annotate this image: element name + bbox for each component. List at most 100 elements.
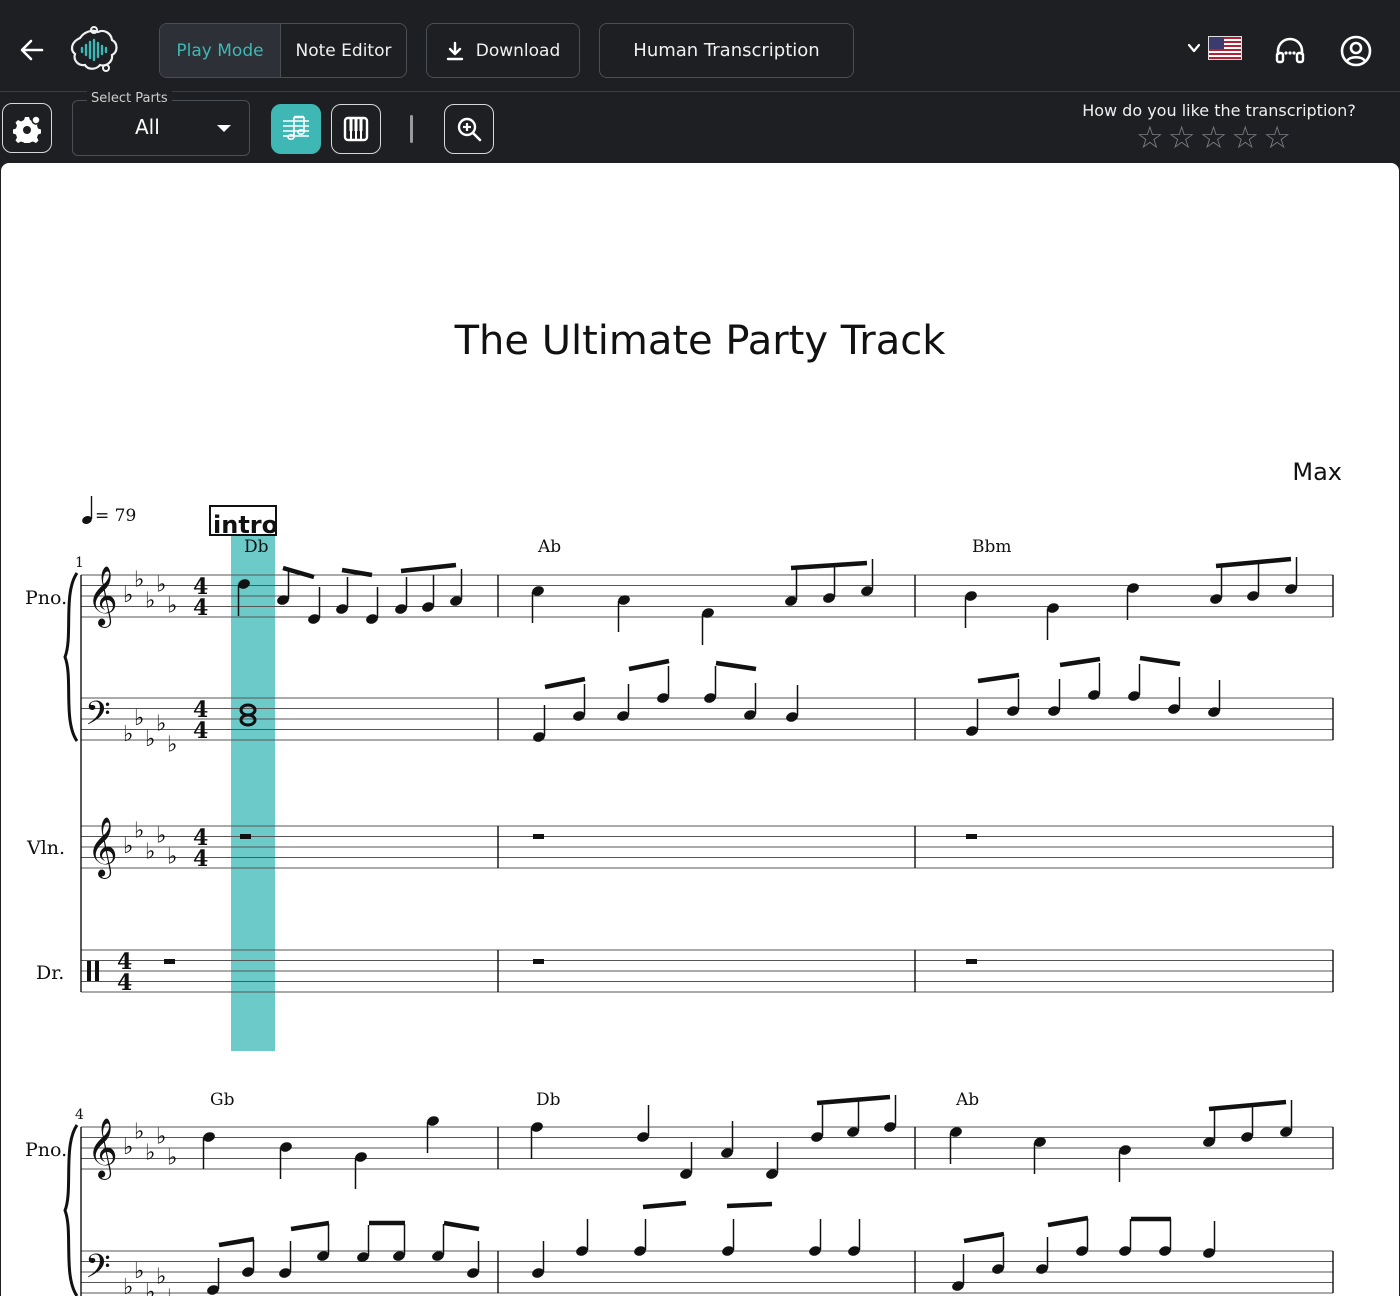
note-beam <box>715 660 757 672</box>
flat-accidental: ♭ <box>167 1285 177 1296</box>
flat-accidental: ♭ <box>123 1135 133 1160</box>
human-transcription-button[interactable]: Human Transcription <box>599 23 854 78</box>
rest <box>533 959 544 964</box>
note-beam <box>628 658 670 672</box>
flat-accidental: ♭ <box>167 594 177 619</box>
note-beam <box>218 1236 255 1248</box>
score-notation[interactable]: = 79 intro 1 4 Db Ab Bbm Gb Db Ab Pno. V… <box>1 163 1399 1296</box>
star-icon-3[interactable]: ☆ <box>1200 123 1228 154</box>
part-label-piano: Pno. <box>25 587 67 609</box>
flat-accidental: ♭ <box>134 567 144 592</box>
play-mode-button[interactable]: Play Mode <box>160 24 281 77</box>
select-parts-value: All <box>135 115 160 139</box>
rating-question: How do you like the transcription? <box>1082 101 1356 120</box>
notes <box>164 556 1298 1295</box>
note-beam <box>790 560 868 571</box>
flat-accidental: ♭ <box>145 1140 155 1165</box>
star-icon-4[interactable]: ☆ <box>1231 123 1259 154</box>
settings-gear-icon[interactable] <box>2 103 52 153</box>
note-beam <box>1047 1215 1089 1228</box>
zoom-in-icon[interactable] <box>444 104 494 154</box>
download-label: Download <box>475 40 561 61</box>
chord-symbol: Db <box>536 1090 561 1110</box>
bass-clef: 𝄢 <box>85 695 111 741</box>
back-arrow-icon[interactable] <box>14 32 50 68</box>
part-label-violin: Vln. <box>26 837 65 859</box>
note-beam <box>400 562 457 574</box>
note-beam <box>1208 1099 1287 1112</box>
part-label-piano: Pno. <box>25 1139 67 1161</box>
flat-accidental: ♭ <box>167 845 177 870</box>
flat-accidental: ♭ <box>145 839 155 864</box>
chord-symbol: Bbm <box>972 537 1012 557</box>
note-beam <box>1139 655 1181 667</box>
note-beam <box>963 1231 1005 1244</box>
chord-symbol: Ab <box>955 1090 979 1110</box>
score-toolbar: Select Parts All How do you like the tra… <box>0 91 1400 163</box>
us-flag-icon <box>1208 36 1242 60</box>
select-parts-label: Select Parts <box>87 91 172 106</box>
chord-symbol: Gb <box>210 1090 235 1110</box>
flat-accidental: ♭ <box>145 727 155 752</box>
flat-accidental: ♭ <box>134 706 144 731</box>
treble-clef: 𝄞 <box>87 566 118 628</box>
note-editor-button[interactable]: Note Editor <box>281 24 406 77</box>
treble-clef: 𝄞 <box>87 817 118 879</box>
treble-clef: 𝄞 <box>87 1118 118 1180</box>
score-sheet[interactable]: The Ultimate Party Track Max = 79 intro … <box>1 163 1399 1296</box>
flat-accidental: ♭ <box>123 1275 133 1296</box>
tempo-text: = 79 <box>95 506 136 526</box>
note-beam <box>443 1220 480 1232</box>
star-icon-5[interactable]: ☆ <box>1263 123 1291 154</box>
chord-symbol: Ab <box>537 537 561 557</box>
percussion-clef <box>87 961 91 981</box>
select-parts-dropdown[interactable]: Select Parts All <box>72 91 250 156</box>
flat-accidental: ♭ <box>134 1119 144 1144</box>
note-beam <box>290 1220 330 1232</box>
account-icon[interactable] <box>1338 33 1374 69</box>
app-logo-icon[interactable] <box>66 22 122 78</box>
note-beam <box>816 1094 891 1106</box>
chord-symbol: Db <box>244 537 269 557</box>
flat-accidental: ♭ <box>156 824 166 849</box>
note-beam <box>282 565 315 580</box>
flat-accidental: ♭ <box>134 818 144 843</box>
rest <box>533 834 544 839</box>
note-beam <box>1059 656 1101 668</box>
piano-roll-icon[interactable] <box>331 104 381 154</box>
tempo-marking: = 79 <box>82 496 136 526</box>
star-icon-1[interactable]: ☆ <box>1136 123 1164 154</box>
note-beam <box>544 676 586 690</box>
rehearsal-mark: intro <box>213 511 278 539</box>
note-beam <box>977 672 1020 684</box>
note-beam <box>341 567 373 578</box>
playhead-highlight <box>231 535 275 1051</box>
note-beam <box>726 1201 773 1209</box>
percussion-clef <box>95 961 99 981</box>
language-selector[interactable] <box>1186 36 1242 60</box>
headset-support-icon[interactable] <box>1272 33 1308 69</box>
flat-accidental: ♭ <box>167 1146 177 1171</box>
rest <box>164 959 175 964</box>
time-signature: 4 <box>117 970 132 996</box>
note-beam <box>642 1200 687 1210</box>
flat-accidental: ♭ <box>167 732 177 757</box>
flat-accidental: ♭ <box>156 711 166 736</box>
time-signature: 4 <box>193 595 208 621</box>
caret-down-icon <box>217 125 231 132</box>
note-beam <box>1215 556 1292 569</box>
rest <box>966 834 977 839</box>
flat-accidental: ♭ <box>123 834 133 859</box>
bass-clef: 𝄢 <box>85 1248 111 1294</box>
measure-number: 1 <box>75 555 84 571</box>
part-label-drums: Dr. <box>36 962 64 984</box>
flat-accidental: ♭ <box>123 583 133 608</box>
rest <box>966 959 977 964</box>
star-icon-2[interactable]: ☆ <box>1168 123 1196 154</box>
toolbar-divider <box>410 115 413 143</box>
flat-accidental: ♭ <box>156 573 166 598</box>
download-button[interactable]: Download <box>426 23 580 78</box>
flat-accidental: ♭ <box>145 588 155 613</box>
sheet-music-view-icon[interactable] <box>271 104 321 154</box>
flat-accidental: ♭ <box>145 1280 155 1296</box>
